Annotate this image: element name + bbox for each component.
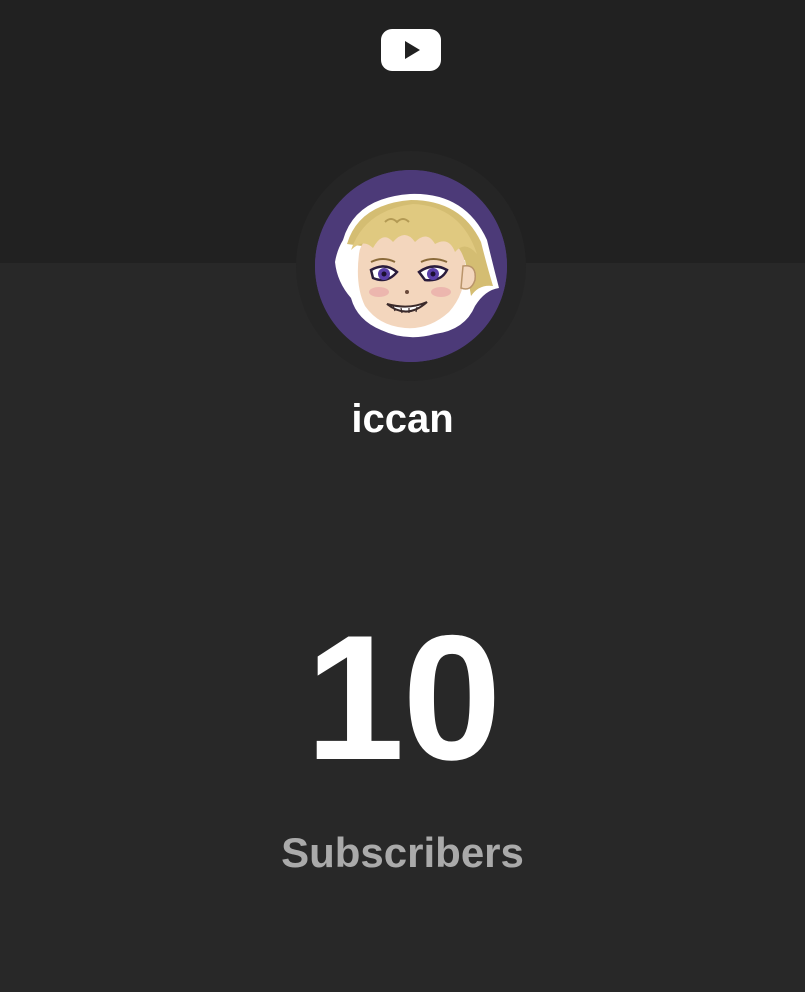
avatar bbox=[315, 170, 507, 362]
anime-character-avatar-icon bbox=[315, 170, 507, 362]
subscriber-count: 10 bbox=[305, 598, 502, 797]
youtube-logo-icon bbox=[381, 29, 441, 71]
channel-name: iccan bbox=[351, 397, 454, 441]
subscriber-counter-page: iccan 10 Subscribers bbox=[0, 0, 805, 992]
subscriber-label: Subscribers bbox=[281, 829, 524, 876]
